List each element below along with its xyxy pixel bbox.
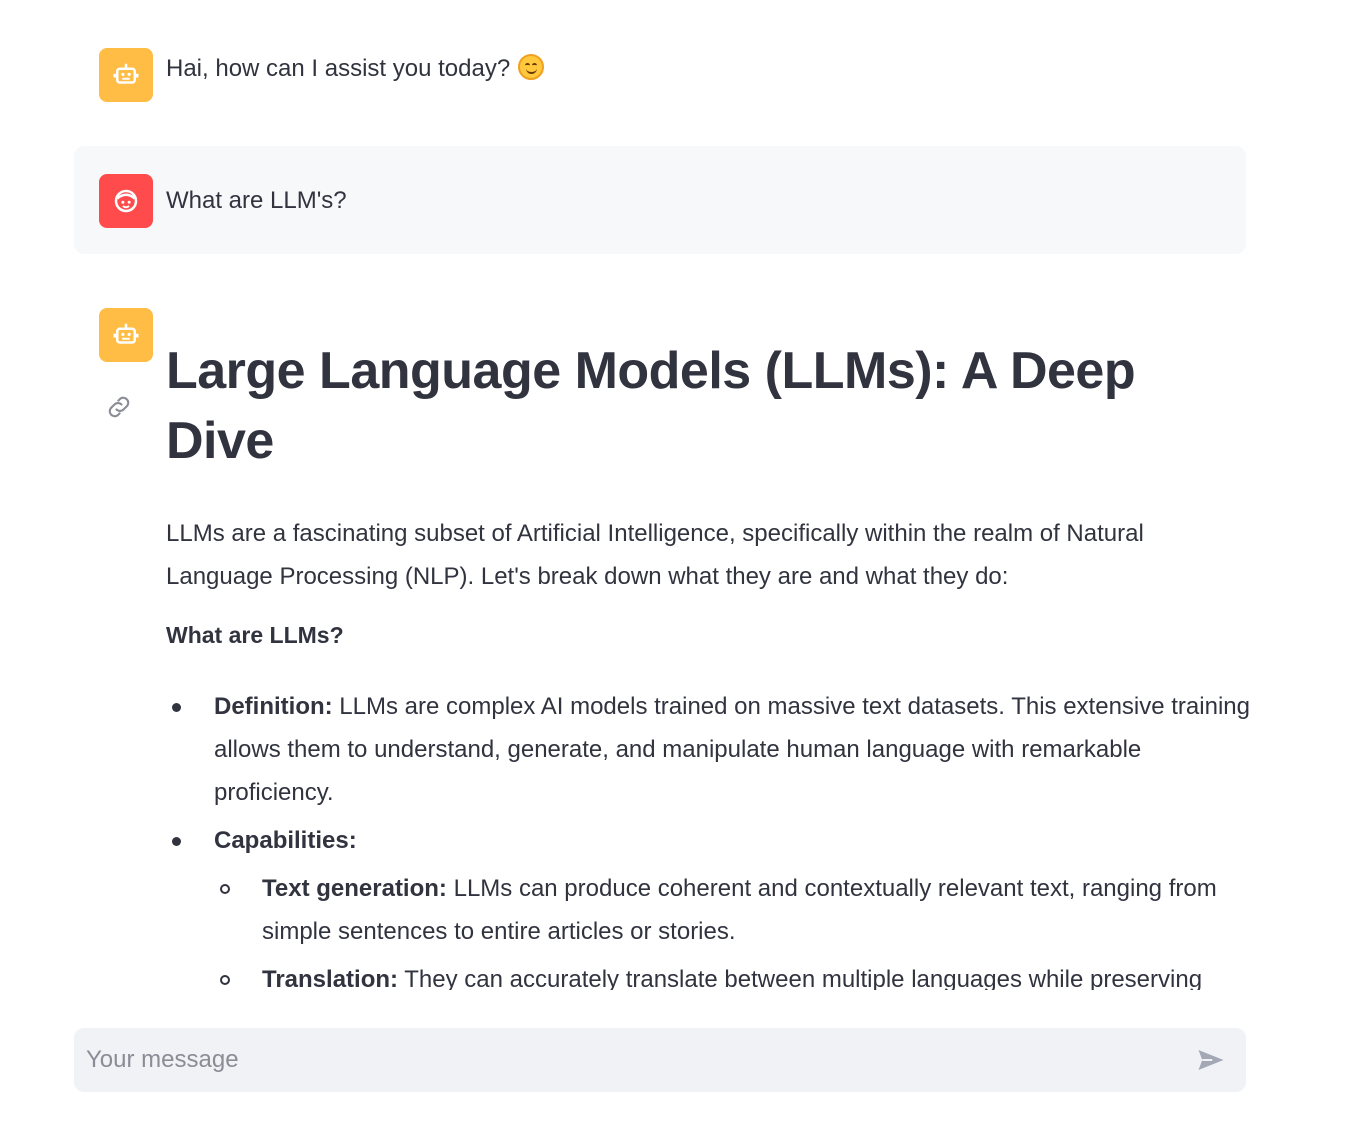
assistant-message-response: Large Language Models (LLMs): A Deep Div…: [74, 300, 1250, 990]
response-intro: LLMs are a fascinating subset of Artific…: [166, 520, 1144, 590]
face-icon: [114, 189, 138, 213]
user-message: What are LLM's?: [74, 146, 1246, 254]
bullet-label: Definition:: [214, 693, 333, 720]
list-item: Capabilities:: [166, 819, 1256, 862]
bullet-circle: [220, 975, 230, 985]
list-item: Translation: They can accurately transla…: [166, 958, 1256, 990]
sub-bullet-label: Translation:: [262, 966, 399, 990]
bullet-list: Definition: LLMs are complex AI models t…: [166, 685, 1256, 990]
greeting-text: Hai, how can I assist you today?: [166, 55, 511, 82]
bullet-dot: [172, 703, 181, 712]
user-avatar: [99, 174, 153, 228]
assistant-message-greeting: Hai, how can I assist you today?: [74, 30, 1246, 110]
chat-page: Hai, how can I assist you today? What ar…: [0, 0, 1370, 1146]
robot-icon: [113, 323, 139, 344]
response-body: Large Language Models (LLMs): A Deep Div…: [166, 336, 1256, 990]
response-title: Large Language Models (LLMs): A Deep Div…: [166, 342, 1136, 470]
bullet-dot: [172, 837, 181, 846]
list-item: Definition: LLMs are complex AI models t…: [166, 685, 1256, 814]
smiling-face-icon: [518, 54, 545, 80]
message-input[interactable]: [86, 1028, 1176, 1092]
link-icon[interactable]: [104, 392, 134, 422]
list-item: Text generation: LLMs can produce cohere…: [166, 867, 1256, 953]
chat-input-bar: [74, 1028, 1246, 1092]
bot-avatar: [99, 48, 153, 102]
bullet-label: Capabilities:: [214, 827, 357, 854]
bot-avatar: [99, 308, 153, 362]
chat-history: Hai, how can I assist you today? What ar…: [0, 0, 1370, 990]
sub-bullet-list: Text generation: LLMs can produce cohere…: [166, 867, 1256, 990]
sub-bullet-text: They can accurately translate between mu…: [398, 966, 1203, 990]
send-button[interactable]: [1194, 1044, 1228, 1076]
bullet-text: LLMs are complex AI models trained on ma…: [214, 693, 1250, 806]
greeting-text-row: Hai, how can I assist you today?: [166, 52, 545, 86]
section-heading: What are LLMs?: [166, 622, 344, 648]
sub-bullet-label: Text generation:: [262, 875, 447, 902]
user-message-text: What are LLM's?: [166, 187, 347, 214]
send-icon: [1198, 1050, 1224, 1070]
robot-icon: [113, 63, 139, 84]
bullet-circle: [220, 884, 230, 894]
